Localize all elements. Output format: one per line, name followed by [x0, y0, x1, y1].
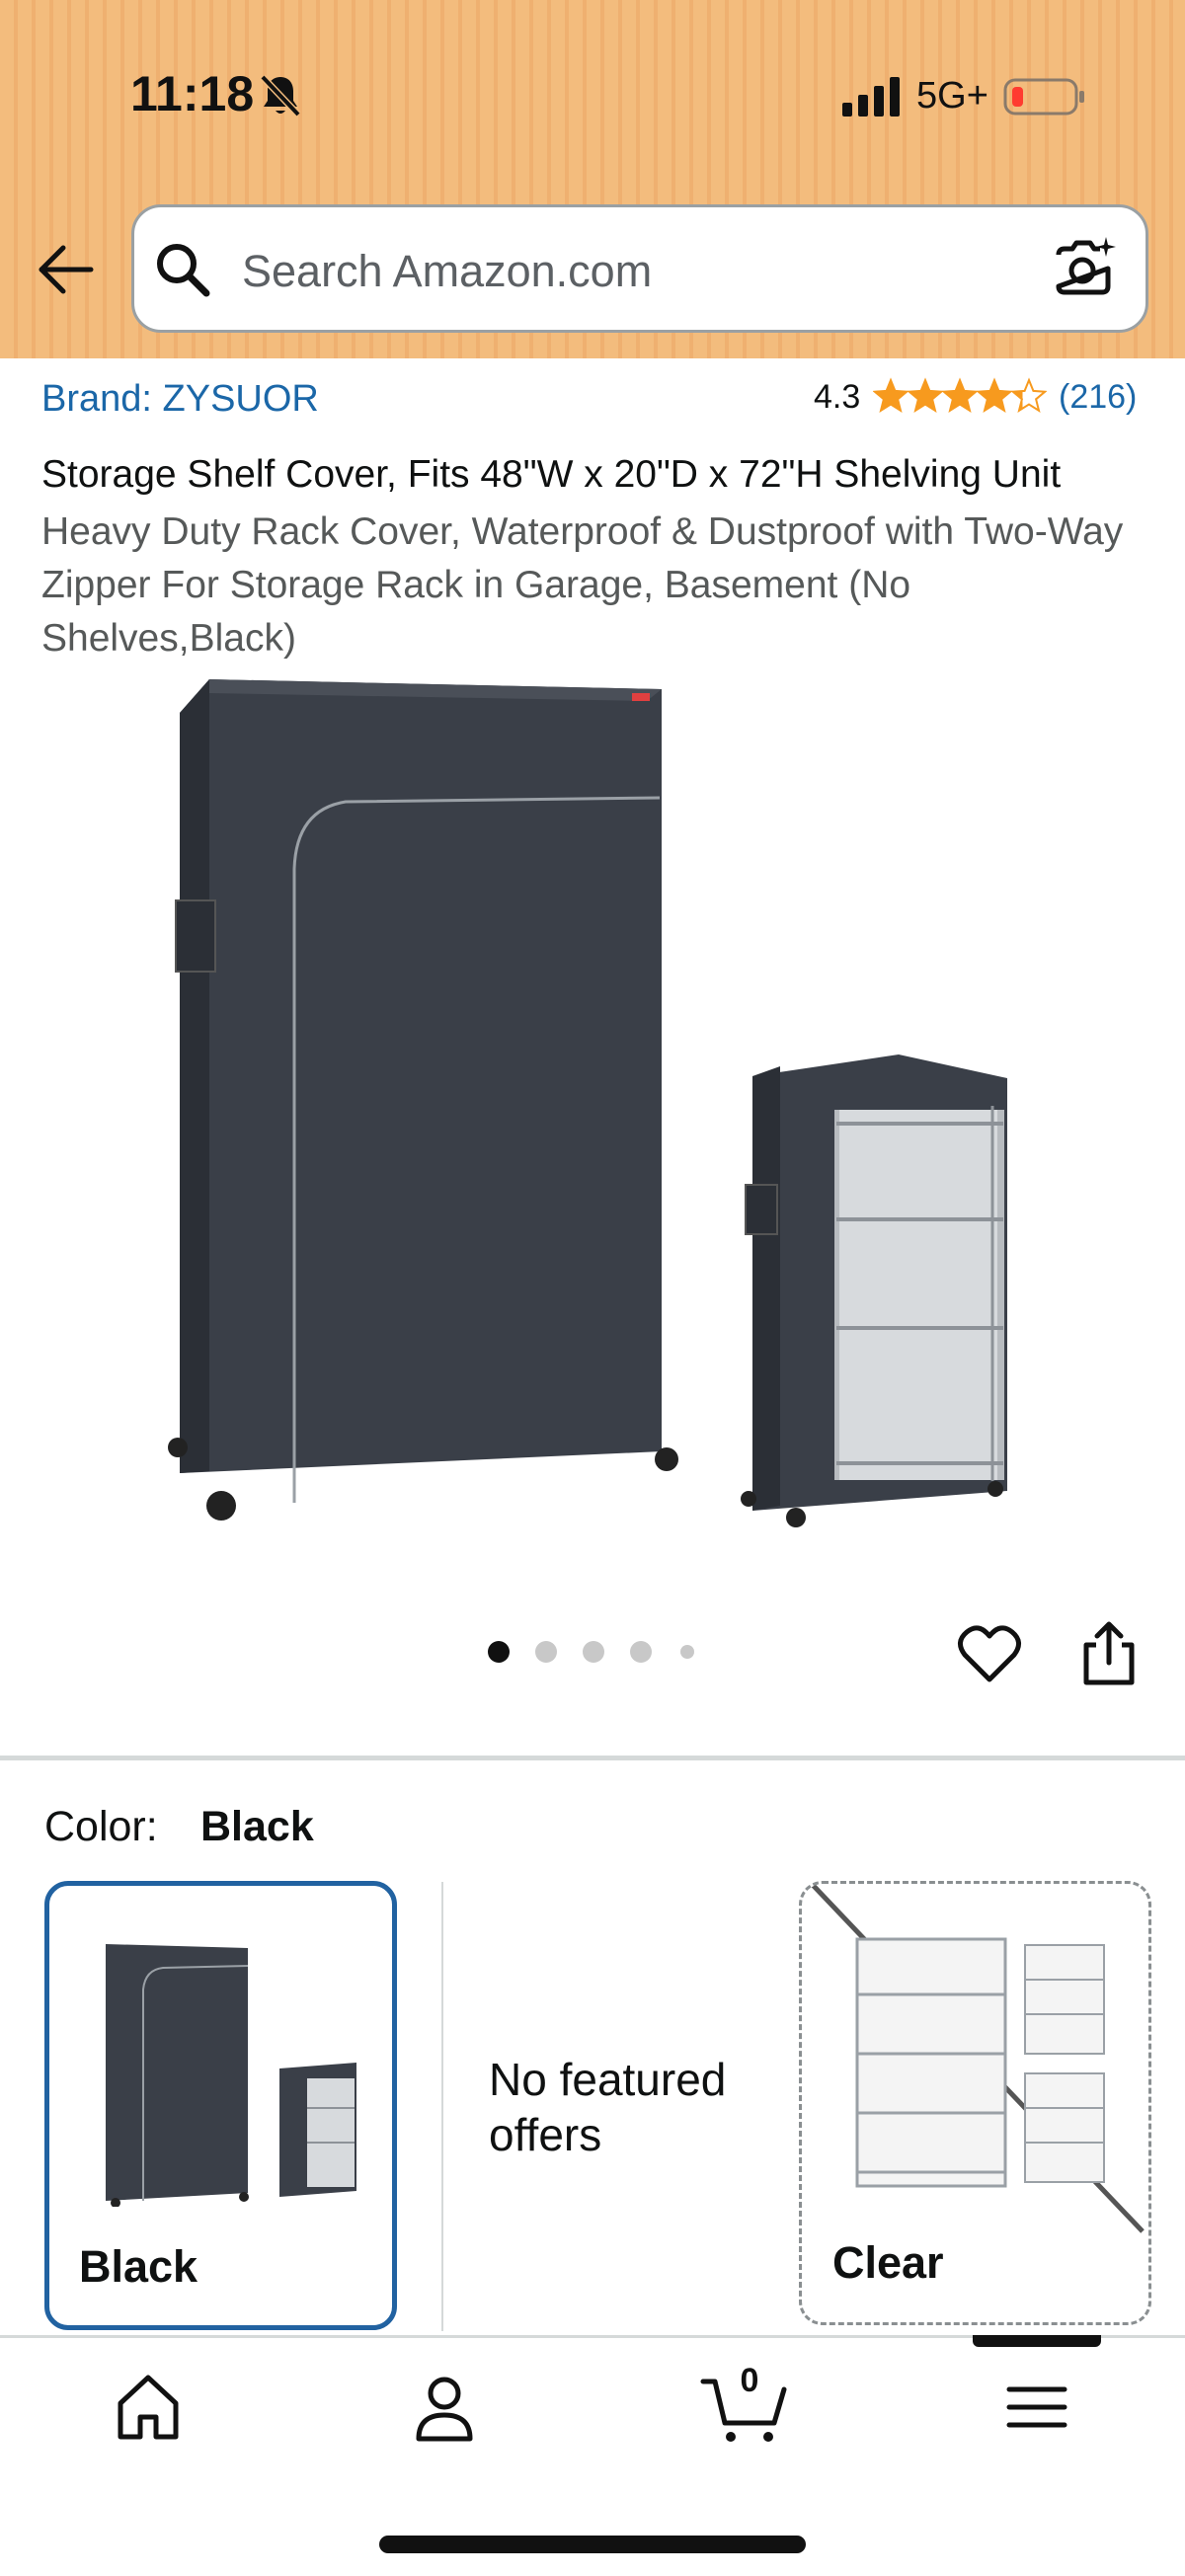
- product-subtitle: Heavy Duty Rack Cover, Waterproof & Dust…: [41, 510, 1124, 660]
- account-icon[interactable]: [405, 2368, 484, 2447]
- selected-color: Black: [200, 1803, 314, 1850]
- rating-value: 4.3: [814, 378, 861, 416]
- no-featured-offers-text: No featured offers: [489, 2054, 727, 2160]
- signal-icon: [842, 77, 900, 117]
- network-label: 5G+: [916, 75, 988, 117]
- brand-link[interactable]: Brand: ZYSUOR: [41, 378, 319, 421]
- menu-icon[interactable]: [997, 2368, 1076, 2447]
- heart-icon[interactable]: [957, 1622, 1022, 1685]
- carousel-dot[interactable]: [535, 1641, 557, 1663]
- swatch-separator: [441, 1882, 443, 2331]
- search-input[interactable]: [242, 237, 1012, 306]
- status-time: 11:18: [130, 66, 255, 121]
- star-3: [941, 377, 979, 413]
- share-icon[interactable]: [1078, 1619, 1140, 1686]
- carousel-dot[interactable]: [630, 1641, 652, 1663]
- star-4: [976, 377, 1013, 413]
- color-option-label: Clear: [832, 2237, 944, 2288]
- nav-active-indicator: [973, 2335, 1101, 2347]
- battery-low-icon: [1003, 78, 1084, 116]
- app-screen: 11:18 5G+ Brand: ZYSUOR 4.3 (216) Storag…: [0, 0, 1185, 2576]
- home-indicator[interactable]: [379, 2536, 806, 2553]
- product-title: Storage Shelf Cover, Fits 48"W x 20"D x …: [41, 453, 1062, 496]
- color-option-label: Black: [79, 2241, 198, 2292]
- image-carousel-dots[interactable]: [484, 1639, 711, 1669]
- bell-slash-icon: [260, 74, 301, 117]
- home-icon[interactable]: [109, 2368, 188, 2447]
- section-divider: [0, 1756, 1185, 1760]
- clear-variant-thumbnail: [855, 1937, 1105, 2188]
- search-icon: [157, 244, 210, 297]
- carousel-dot[interactable]: [680, 1645, 694, 1659]
- carousel-dot[interactable]: [583, 1641, 604, 1663]
- black-variant-thumbnail: [106, 1944, 356, 2207]
- product-image[interactable]: [148, 671, 1037, 1540]
- review-count-link[interactable]: (216): [1059, 378, 1137, 417]
- star-rating[interactable]: [873, 377, 1047, 417]
- back-arrow-icon[interactable]: [36, 244, 95, 295]
- cart-count: 0: [740, 2362, 759, 2399]
- star-2: [907, 377, 944, 413]
- carousel-dot[interactable]: [488, 1641, 510, 1663]
- camera-search-icon[interactable]: [1051, 233, 1118, 300]
- star-5: [1010, 377, 1047, 413]
- color-label: Color:: [44, 1803, 158, 1850]
- star-1: [873, 377, 909, 413]
